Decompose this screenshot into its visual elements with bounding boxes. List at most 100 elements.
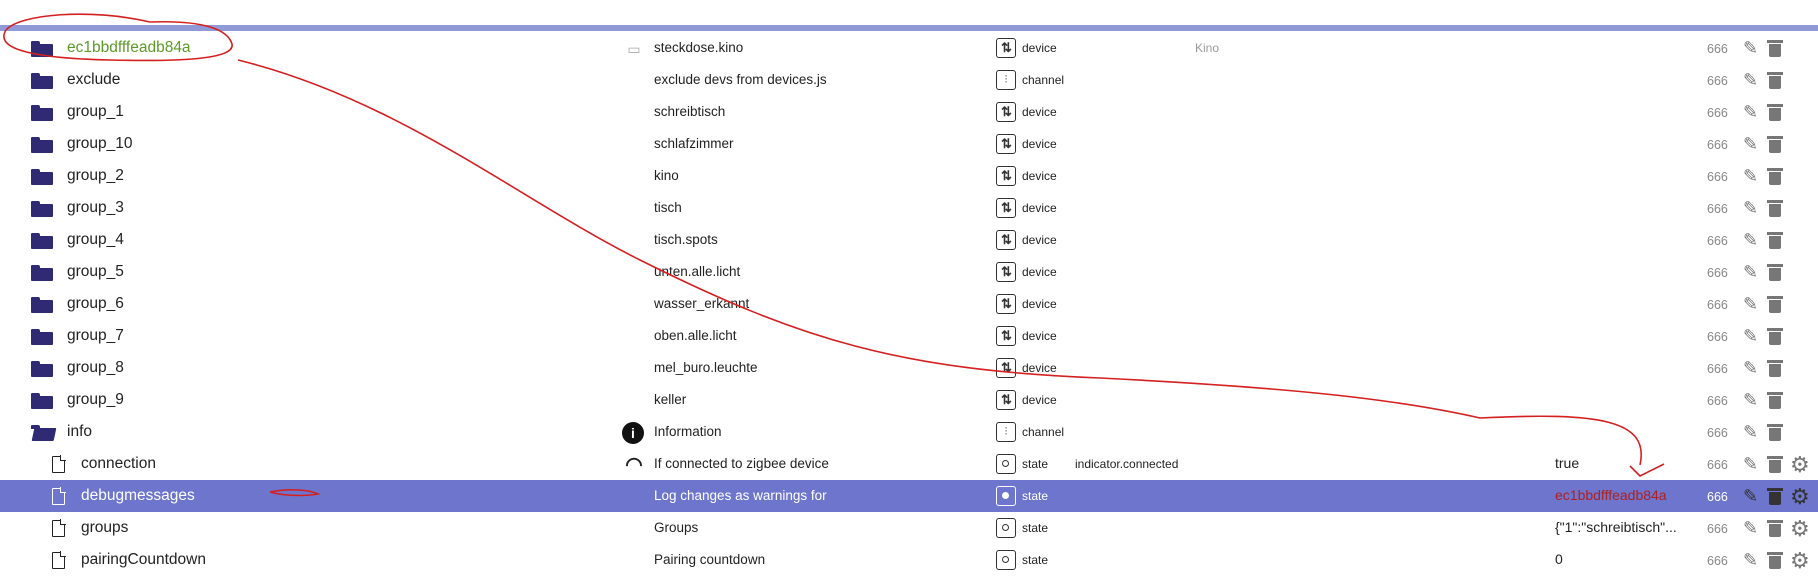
object-id[interactable]: group_9	[67, 391, 124, 409]
acl-value[interactable]: 666	[1707, 426, 1728, 440]
folder-icon[interactable]	[31, 73, 53, 89]
tree-row-group_8[interactable]: group_8 mel_buro.leuchte ⇅ device 666 ✎	[0, 352, 1818, 384]
delete-icon[interactable]	[1767, 456, 1783, 473]
settings-icon[interactable]: ⚙	[1790, 516, 1810, 542]
object-id[interactable]: info	[67, 423, 92, 441]
acl-value[interactable]: 666	[1707, 490, 1728, 504]
delete-icon[interactable]	[1767, 296, 1783, 313]
object-id[interactable]: pairingCountdown	[81, 551, 206, 569]
tree-row-pairingCountdown[interactable]: pairingCountdown Pairing countdown state 0 6…	[0, 544, 1818, 576]
edit-icon[interactable]: ✎	[1743, 550, 1758, 571]
edit-icon[interactable]: ✎	[1743, 358, 1758, 379]
folder-icon[interactable]	[31, 361, 53, 377]
acl-value[interactable]: 666	[1707, 234, 1728, 248]
edit-icon[interactable]: ✎	[1743, 166, 1758, 187]
edit-icon[interactable]: ✎	[1743, 70, 1758, 91]
edit-icon[interactable]: ✎	[1743, 230, 1758, 251]
tree-row-info[interactable]: info i Information ⫶ channel 666 ✎	[0, 416, 1818, 448]
tree-row-groups[interactable]: groups Groups state {"1":"schreibtisch"... 6…	[0, 512, 1818, 544]
acl-value[interactable]: 666	[1707, 330, 1728, 344]
delete-icon[interactable]	[1767, 72, 1783, 89]
delete-icon[interactable]	[1767, 552, 1783, 569]
acl-value[interactable]: 666	[1707, 394, 1728, 408]
acl-value[interactable]: 666	[1707, 522, 1728, 536]
tree-row-group_2[interactable]: group_2 kino ⇅ device 666 ✎	[0, 160, 1818, 192]
object-id[interactable]: group_3	[67, 199, 124, 217]
acl-value[interactable]: 666	[1707, 458, 1728, 472]
edit-icon[interactable]: ✎	[1743, 422, 1758, 443]
tree-row-ec1bbdfffeadb84a[interactable]: ec1bbdfffeadb84a ▭ steckdose.kino ⇅ device Ki…	[0, 32, 1818, 64]
delete-icon[interactable]	[1767, 424, 1783, 441]
acl-value[interactable]: 666	[1707, 42, 1728, 56]
object-id[interactable]: groups	[81, 519, 128, 537]
folder-icon[interactable]	[31, 169, 53, 185]
delete-icon[interactable]	[1767, 520, 1783, 537]
delete-icon[interactable]	[1767, 40, 1783, 57]
edit-icon[interactable]: ✎	[1743, 326, 1758, 347]
edit-icon[interactable]: ✎	[1743, 518, 1758, 539]
object-value[interactable]: true	[1555, 455, 1579, 471]
tree-row-group_3[interactable]: group_3 tisch ⇅ device 666 ✎	[0, 192, 1818, 224]
delete-icon[interactable]	[1767, 392, 1783, 409]
delete-icon[interactable]	[1767, 328, 1783, 345]
settings-icon[interactable]: ⚙	[1790, 548, 1810, 574]
folder-icon[interactable]	[31, 137, 53, 153]
acl-value[interactable]: 666	[1707, 298, 1728, 312]
folder-icon[interactable]	[31, 105, 53, 121]
delete-icon[interactable]	[1767, 264, 1783, 281]
edit-icon[interactable]: ✎	[1743, 38, 1758, 59]
acl-value[interactable]: 666	[1707, 554, 1728, 568]
folder-icon[interactable]	[31, 201, 53, 217]
edit-icon[interactable]: ✎	[1743, 454, 1758, 475]
folder-icon[interactable]	[31, 41, 53, 57]
tree-row-exclude[interactable]: exclude exclude devs from devices.js ⫶ chan…	[0, 64, 1818, 96]
object-id[interactable]: group_6	[67, 295, 124, 313]
object-value[interactable]: ec1bbdfffeadb84a	[1555, 487, 1667, 503]
edit-icon[interactable]: ✎	[1743, 262, 1758, 283]
object-id[interactable]: group_8	[67, 359, 124, 377]
tree-row-group_10[interactable]: group_10 schlafzimmer ⇅ device 666 ✎	[0, 128, 1818, 160]
acl-value[interactable]: 666	[1707, 138, 1728, 152]
object-value[interactable]: 0	[1555, 551, 1563, 567]
object-id[interactable]: connection	[81, 455, 156, 473]
acl-value[interactable]: 666	[1707, 170, 1728, 184]
tree-row-group_9[interactable]: group_9 keller ⇅ device 666 ✎	[0, 384, 1818, 416]
delete-icon[interactable]	[1767, 360, 1783, 377]
object-value[interactable]: {"1":"schreibtisch"...	[1555, 519, 1677, 535]
delete-icon[interactable]	[1767, 488, 1783, 505]
folder-icon[interactable]	[31, 297, 53, 313]
settings-icon[interactable]: ⚙	[1790, 484, 1810, 510]
tree-row-group_6[interactable]: group_6 wasser_erkannt ⇅ device 666 ✎	[0, 288, 1818, 320]
delete-icon[interactable]	[1767, 136, 1783, 153]
object-id[interactable]: group_1	[67, 103, 124, 121]
acl-value[interactable]: 666	[1707, 74, 1728, 88]
tree-row-connection[interactable]: connection ◠ If connected to zigbee device…	[0, 448, 1818, 480]
delete-icon[interactable]	[1767, 104, 1783, 121]
folder-open-icon[interactable]	[31, 425, 57, 441]
object-id[interactable]: exclude	[67, 71, 120, 89]
delete-icon[interactable]	[1767, 200, 1783, 217]
object-id[interactable]: group_5	[67, 263, 124, 281]
acl-value[interactable]: 666	[1707, 266, 1728, 280]
object-id[interactable]: group_10	[67, 135, 133, 153]
folder-icon[interactable]	[31, 393, 53, 409]
tree-row-group_1[interactable]: group_1 schreibtisch ⇅ device 666 ✎	[0, 96, 1818, 128]
tree-row-group_7[interactable]: group_7 oben.alle.licht ⇅ device 666 ✎	[0, 320, 1818, 352]
edit-icon[interactable]: ✎	[1743, 390, 1758, 411]
acl-value[interactable]: 666	[1707, 202, 1728, 216]
delete-icon[interactable]	[1767, 232, 1783, 249]
tree-row-debugmessages[interactable]: debugmessages Log changes as warnings for…	[0, 480, 1818, 512]
object-id[interactable]: group_7	[67, 327, 124, 345]
acl-value[interactable]: 666	[1707, 362, 1728, 376]
tree-row-group_5[interactable]: group_5 unten.alle.licht ⇅ device 666 ✎	[0, 256, 1818, 288]
object-id[interactable]: debugmessages	[81, 487, 195, 505]
object-id[interactable]: group_4	[67, 231, 124, 249]
object-id[interactable]: group_2	[67, 167, 124, 185]
edit-icon[interactable]: ✎	[1743, 102, 1758, 123]
settings-icon[interactable]: ⚙	[1790, 452, 1810, 478]
edit-icon[interactable]: ✎	[1743, 134, 1758, 155]
folder-icon[interactable]	[31, 329, 53, 345]
edit-icon[interactable]: ✎	[1743, 294, 1758, 315]
edit-icon[interactable]: ✎	[1743, 198, 1758, 219]
acl-value[interactable]: 666	[1707, 106, 1728, 120]
